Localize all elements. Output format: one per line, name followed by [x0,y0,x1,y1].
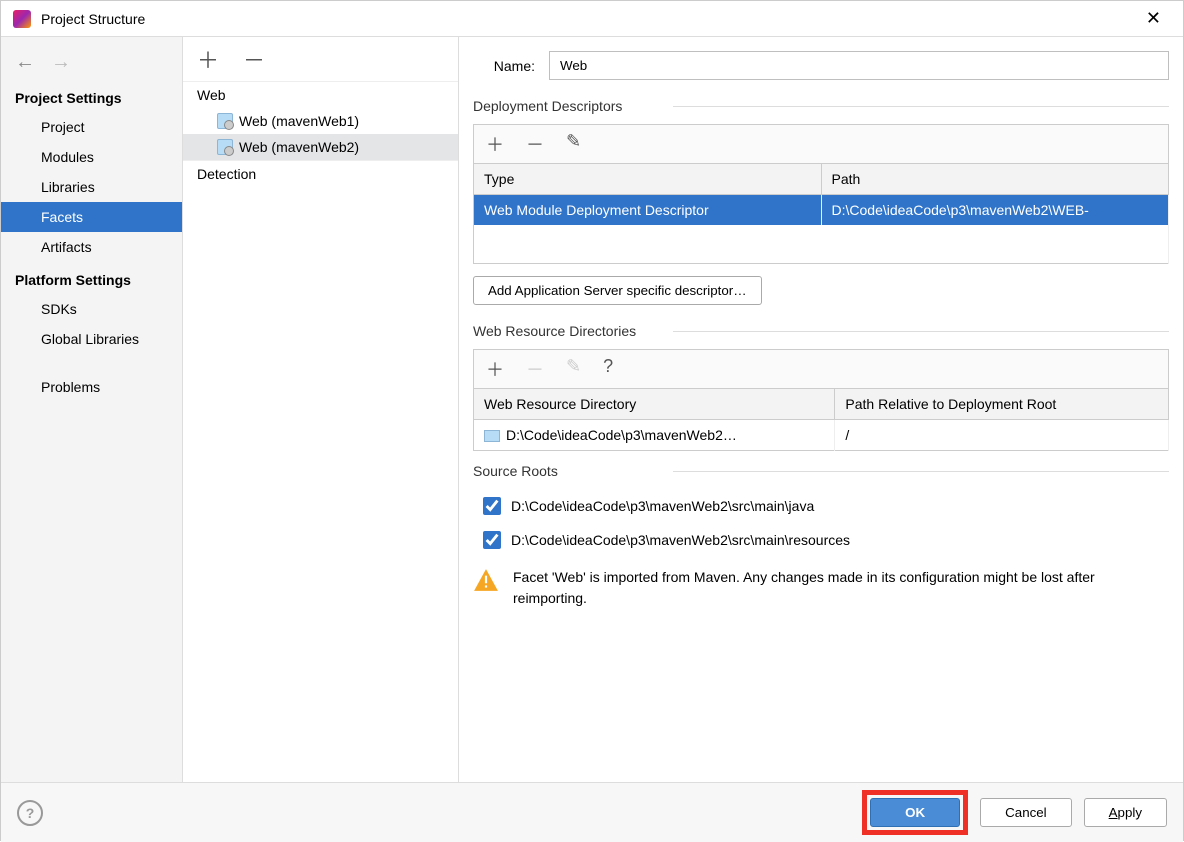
remove-icon[interactable]: － [243,43,265,75]
edit-icon: ✎ [566,356,581,382]
sourceroots-heading: Source Roots [473,463,1169,479]
col-type: Type [474,164,822,195]
section-platform-settings: Platform Settings [1,262,182,294]
sidebar-item-artifacts[interactable]: Artifacts [1,232,182,262]
section-project-settings: Project Settings [1,80,182,112]
tree-detection[interactable]: Detection [183,160,458,187]
sidebar-item-libraries[interactable]: Libraries [1,172,182,202]
sidebar-item-facets[interactable]: Facets [1,202,182,232]
sidebar-item-problems[interactable]: Problems [1,372,182,402]
webresource-heading: Web Resource Directories [473,323,1169,339]
source-root-row[interactable]: D:\Code\ideaCode\p3\mavenWeb2\src\main\r… [473,523,1169,557]
folder-icon [484,430,500,442]
facets-tree: ＋ － Web Web (mavenWeb1) Web (mavenWeb2) … [183,37,459,782]
table-row[interactable]: Web Module Deployment Descriptor D:\Code… [474,195,1169,226]
back-icon[interactable]: ← [15,51,35,74]
edit-icon[interactable]: ✎ [566,131,581,157]
sidebar-item-project[interactable]: Project [1,112,182,142]
forward-icon: → [51,51,71,74]
add-icon[interactable]: ＋ [486,356,504,382]
col-path: Path Relative to Deployment Root [835,388,1169,419]
ok-button[interactable]: OK [870,798,960,827]
add-icon[interactable]: ＋ [486,131,504,157]
root-checkbox[interactable] [483,497,501,515]
add-icon[interactable]: ＋ [197,43,219,75]
root-checkbox[interactable] [483,531,501,549]
warning-text: Facet 'Web' is imported from Maven. Any … [513,567,1169,609]
source-root-row[interactable]: D:\Code\ideaCode\p3\mavenWeb2\src\main\j… [473,489,1169,523]
web-icon [217,113,233,129]
warning-icon [473,567,499,593]
sidebar: ← → Project Settings Project Modules Lib… [1,37,183,782]
sidebar-item-sdks[interactable]: SDKs [1,294,182,324]
add-descriptor-button[interactable]: Add Application Server specific descript… [473,276,762,305]
remove-icon[interactable]: － [526,131,544,157]
name-label: Name: [473,58,535,74]
apply-button[interactable]: Apply [1084,798,1167,827]
remove-icon: － [526,356,544,382]
app-icon [13,10,31,28]
col-dir: Web Resource Directory [474,388,835,419]
webresource-table: Web Resource Directory Path Relative to … [473,388,1169,451]
deployment-heading: Deployment Descriptors [473,98,1169,114]
tree-item-web2[interactable]: Web (mavenWeb2) [183,134,458,160]
tree-item-web1[interactable]: Web (mavenWeb1) [183,108,458,134]
deployment-table: Type Path Web Module Deployment Descript… [473,163,1169,264]
window-title: Project Structure [41,11,1136,27]
col-path: Path [821,164,1169,195]
sidebar-item-modules[interactable]: Modules [1,142,182,172]
sidebar-item-global-libraries[interactable]: Global Libraries [1,324,182,354]
name-input[interactable] [549,51,1169,80]
close-icon[interactable]: ✕ [1136,4,1171,33]
web-icon [217,139,233,155]
cancel-button[interactable]: Cancel [980,798,1072,827]
help-icon[interactable]: ? [17,800,43,826]
help-icon[interactable]: ? [603,356,613,382]
table-row[interactable]: D:\Code\ideaCode\p3\mavenWeb2… / [474,419,1169,450]
ok-highlight: OK [862,790,968,835]
tree-root-web[interactable]: Web [183,82,458,108]
